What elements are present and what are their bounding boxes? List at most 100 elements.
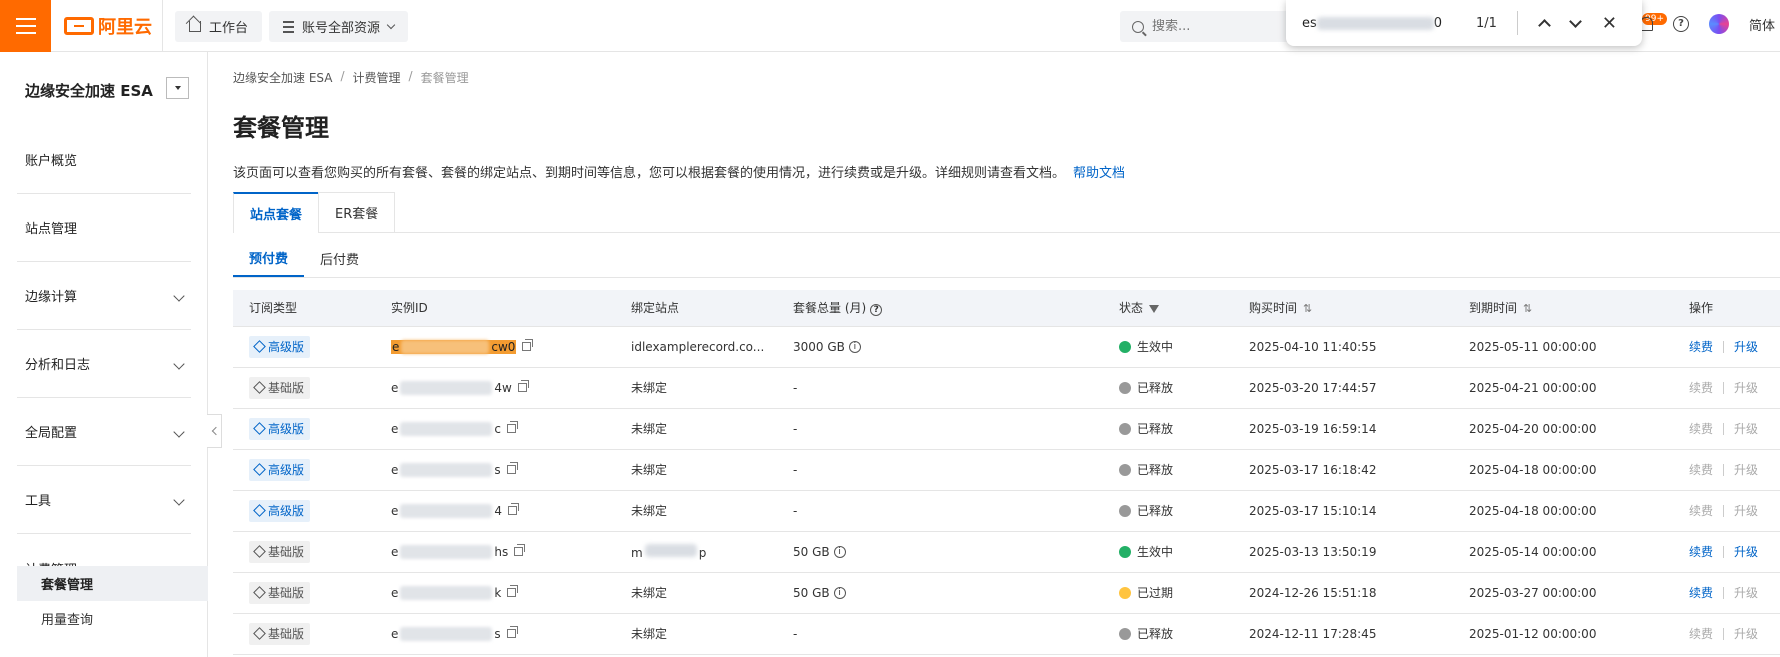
sidebar-item-global-config[interactable]: 全局配置 — [17, 398, 191, 466]
cell-site: 未绑定 — [615, 449, 777, 491]
info-icon[interactable]: i — [833, 546, 846, 558]
upgrade-button[interactable]: 升级 — [1734, 338, 1758, 355]
plan-tabs: 站点套餐 ER套餐 — [233, 192, 1780, 233]
site-name: 未绑定 — [631, 381, 668, 395]
site-name: 未绑定 — [631, 627, 668, 641]
info-icon[interactable]: i — [833, 587, 846, 599]
renew-button[interactable]: 续费 — [1689, 543, 1713, 560]
find-input[interactable]: es 0 — [1302, 16, 1442, 31]
filter-icon[interactable] — [1149, 304, 1160, 313]
sidebar-item-overview[interactable]: 账户概览 — [17, 126, 191, 194]
product-switch-dropdown[interactable] — [166, 77, 189, 99]
info-icon[interactable]: i — [848, 341, 861, 353]
column-header: 购买时间 ⇅ — [1233, 290, 1453, 327]
upgrade-button[interactable]: 升级 — [1734, 420, 1758, 437]
instance-id-start: e — [392, 339, 400, 354]
tab-postpaid[interactable]: 后付费 — [304, 240, 375, 277]
language-switch[interactable]: 简体 — [1749, 15, 1775, 34]
tab-er-plans[interactable]: ER套餐 — [318, 192, 396, 232]
instance-id[interactable]: e cw0 — [391, 339, 517, 354]
instance-id-start: e — [391, 626, 399, 641]
breadcrumb-item[interactable]: 计费管理 — [353, 69, 401, 86]
upgrade-button[interactable]: 升级 — [1734, 584, 1758, 601]
sidebar-item-tools[interactable]: 工具 — [17, 466, 191, 534]
help-icon[interactable]: ? — [1673, 16, 1689, 32]
upgrade-button[interactable]: 升级 — [1734, 502, 1758, 519]
redacted-text — [400, 544, 493, 559]
find-count: 1/1 — [1476, 15, 1497, 31]
find-next-icon[interactable] — [1569, 14, 1582, 28]
divider — [1723, 463, 1725, 476]
sort-icon[interactable]: ⇅ — [1523, 302, 1532, 315]
renew-button[interactable]: 续费 — [1689, 379, 1713, 396]
cell-site: 未绑定 — [615, 572, 777, 614]
expire-time: 2025-04-21 00:00:00 — [1469, 380, 1597, 395]
hamburger-menu-button[interactable] — [0, 0, 51, 52]
divider — [1723, 422, 1725, 435]
sidebar-item-analytics[interactable]: 分析和日志 — [17, 330, 191, 398]
sort-icon[interactable]: ⇅ — [1303, 302, 1312, 315]
purchase-time: 2025-03-20 17:44:57 — [1249, 380, 1377, 395]
instance-id-end: 4w — [494, 380, 512, 395]
instance-id[interactable]: es — [391, 462, 501, 477]
sidebar-item-edge-compute[interactable]: 边缘计算 — [17, 262, 191, 330]
renew-button[interactable]: 续费 — [1689, 625, 1713, 642]
copy-icon[interactable] — [517, 379, 529, 392]
table-row: 基础版 e s 未绑定 - 已释放 2024-12-11 17:28:45 2025-01-1… — [233, 613, 1780, 655]
status-dot-icon — [1119, 587, 1131, 599]
tab-prepaid[interactable]: 预付费 — [233, 240, 305, 277]
chevron-down-icon — [173, 494, 185, 506]
renew-button[interactable]: 续费 — [1689, 461, 1713, 478]
copy-icon[interactable] — [514, 543, 526, 556]
row-actions: 续费 升级 — [1689, 338, 1780, 355]
instance-id-end: k — [494, 585, 502, 600]
status-text: 已释放 — [1137, 504, 1174, 518]
upgrade-button[interactable]: 升级 — [1734, 625, 1758, 642]
resources-dropdown[interactable]: 账号全部资源 — [269, 11, 409, 42]
instance-id[interactable]: es — [391, 626, 501, 641]
tier-label: 高级版 — [268, 422, 305, 436]
copy-icon[interactable] — [522, 338, 534, 351]
find-previous-icon[interactable] — [1538, 18, 1551, 32]
upgrade-button[interactable]: 升级 — [1734, 379, 1758, 396]
copy-icon[interactable] — [507, 420, 518, 433]
instance-id[interactable]: e4 — [391, 503, 502, 518]
sidebar-subitem-plans[interactable]: 套餐管理 — [17, 566, 208, 601]
workbench-button[interactable]: 工作台 — [175, 11, 263, 42]
avatar[interactable] — [1709, 14, 1729, 34]
resources-label: 账号全部资源 — [302, 21, 381, 36]
renew-button[interactable]: 续费 — [1689, 584, 1713, 601]
copy-icon[interactable] — [507, 584, 519, 597]
sidebar-item-sites[interactable]: 站点管理 — [17, 194, 191, 262]
help-doc-link[interactable]: 帮助文档 — [1073, 166, 1125, 181]
search-input[interactable] — [1152, 19, 1272, 34]
instance-id[interactable]: ek — [391, 585, 502, 600]
expire-time: 2025-01-12 00:00:00 — [1469, 626, 1597, 641]
table-row: 高级版 e cw0 idlexamplerecord.co... 3000 GB i 生效中… — [233, 326, 1780, 368]
aliyun-logo[interactable]: 阿里云 — [64, 13, 152, 39]
copy-icon[interactable] — [506, 461, 518, 474]
renew-button[interactable]: 续费 — [1689, 338, 1713, 355]
instance-id[interactable]: e hs — [391, 544, 508, 559]
cell-quota: - — [777, 367, 1103, 409]
search-box[interactable] — [1120, 11, 1300, 42]
instance-id[interactable]: ec — [391, 421, 501, 436]
instance-id[interactable]: e 4w — [391, 380, 512, 395]
tier-label: 基础版 — [268, 381, 305, 395]
sidebar-subitem-usage[interactable]: 用量查询 — [17, 601, 208, 636]
renew-button[interactable]: 续费 — [1689, 502, 1713, 519]
renew-button[interactable]: 续费 — [1689, 420, 1713, 437]
copy-icon[interactable] — [508, 502, 520, 515]
question-icon[interactable]: ? — [870, 304, 883, 317]
upgrade-button[interactable]: 升级 — [1734, 543, 1758, 560]
close-icon[interactable]: ✕ — [1602, 13, 1617, 34]
upgrade-button[interactable]: 升级 — [1734, 461, 1758, 478]
copy-icon[interactable] — [506, 625, 518, 638]
status-dot-icon — [1119, 546, 1131, 558]
tab-site-plans[interactable]: 站点套餐 — [233, 192, 320, 233]
cell-actions: 续费 升级 — [1673, 408, 1780, 450]
column-title: 操作 — [1689, 301, 1714, 316]
find-in-page-bar: es 0 1/1 ✕ — [1286, 0, 1642, 46]
status-text: 已过期 — [1137, 586, 1174, 600]
breadcrumb-item[interactable]: 边缘安全加速 ESA — [233, 69, 332, 86]
